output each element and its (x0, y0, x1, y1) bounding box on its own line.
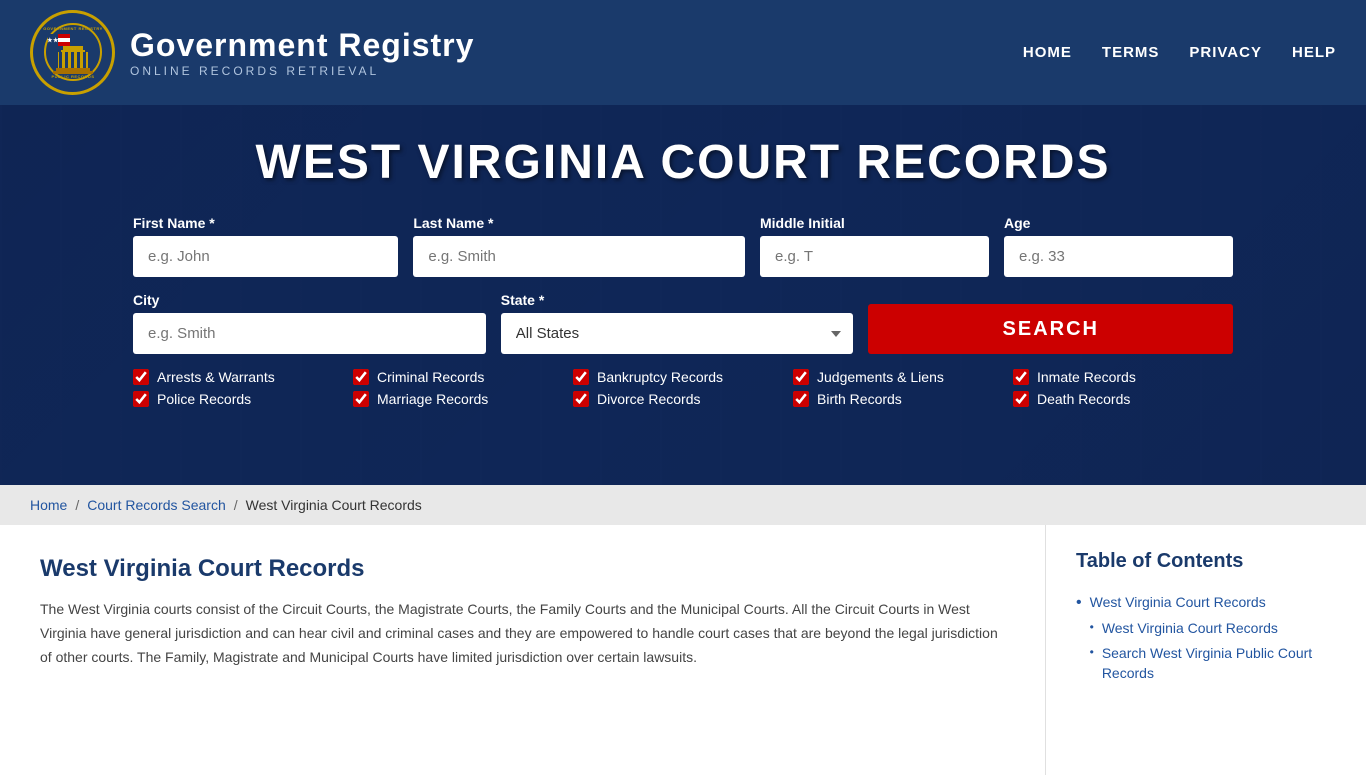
hero-section: WEST VIRGINIA COURT RECORDS First Name *… (0, 105, 1366, 485)
content-body: The West Virginia courts consist of the … (40, 598, 1005, 669)
checkbox-col-5: Inmate Records Death Records (1013, 369, 1233, 407)
page-title: WEST VIRGINIA COURT RECORDS (100, 135, 1266, 190)
divorce-label: Divorce Records (597, 391, 700, 407)
breadcrumb: Home / Court Records Search / West Virgi… (0, 485, 1366, 525)
checkbox-criminal: Criminal Records (353, 369, 573, 385)
main-content: West Virginia Court Records The West Vir… (0, 525, 1046, 775)
nav-help[interactable]: HELP (1292, 44, 1336, 61)
city-label: City (133, 292, 486, 308)
middle-initial-input[interactable] (760, 236, 989, 277)
checkbox-inmate: Inmate Records (1013, 369, 1233, 385)
site-logo: ★★ GOVERNMENT REGISTRY PUB (30, 10, 115, 95)
last-name-label: Last Name * (413, 215, 745, 231)
content-section: West Virginia Court Records The West Vir… (0, 525, 1366, 775)
checkbox-bankruptcy: Bankruptcy Records (573, 369, 793, 385)
toc-sub-item-1: • West Virginia Court Records (1090, 619, 1336, 639)
nav-home[interactable]: HOME (1023, 44, 1072, 61)
checkbox-col-2: Criminal Records Marriage Records (353, 369, 573, 407)
checkbox-col-1: Arrests & Warrants Police Records (133, 369, 353, 407)
police-checkbox[interactable] (133, 391, 149, 407)
criminal-checkbox[interactable] (353, 369, 369, 385)
inmate-checkbox[interactable] (1013, 369, 1029, 385)
checkbox-divorce: Divorce Records (573, 391, 793, 407)
marriage-label: Marriage Records (377, 391, 488, 407)
age-input[interactable] (1004, 236, 1233, 277)
first-name-input[interactable] (133, 236, 398, 277)
middle-initial-group: Middle Initial (760, 215, 989, 277)
toc-sub-link-search-wv[interactable]: Search West Virginia Public Court Record… (1102, 644, 1336, 683)
toc-bullet-1: • (1076, 594, 1082, 612)
first-name-group: First Name * (133, 215, 398, 277)
police-label: Police Records (157, 391, 251, 407)
toc-sub-item-2: • Search West Virginia Public Court Reco… (1090, 644, 1336, 683)
criminal-label: Criminal Records (377, 369, 484, 385)
judgements-checkbox[interactable] (793, 369, 809, 385)
breadcrumb-court-records[interactable]: Court Records Search (87, 497, 226, 513)
checkbox-col-3: Bankruptcy Records Divorce Records (573, 369, 793, 407)
age-label: Age (1004, 215, 1233, 231)
state-select[interactable]: All States Alabama Alaska Arizona Arkans… (501, 313, 854, 354)
site-tagline: ONLINE RECORDS RETRIEVAL (130, 64, 474, 78)
state-group: State * All States Alabama Alaska Arizon… (501, 292, 854, 354)
breadcrumb-sep-1: / (75, 497, 79, 513)
last-name-input[interactable] (413, 236, 745, 277)
checkbox-birth: Birth Records (793, 391, 1013, 407)
breadcrumb-sep-2: / (234, 497, 238, 513)
toc-sub-bullet-2: • (1090, 645, 1094, 659)
birth-label: Birth Records (817, 391, 902, 407)
death-label: Death Records (1037, 391, 1130, 407)
marriage-checkbox[interactable] (353, 391, 369, 407)
site-header: ★★ GOVERNMENT REGISTRY PUB (0, 0, 1366, 105)
toc-item-1: • West Virginia Court Records • West Vir… (1076, 593, 1336, 689)
bankruptcy-label: Bankruptcy Records (597, 369, 723, 385)
checkbox-death: Death Records (1013, 391, 1233, 407)
toc-list: • West Virginia Court Records • West Vir… (1076, 593, 1336, 689)
toc-sub-list: • West Virginia Court Records • Search W… (1090, 619, 1336, 684)
judgements-label: Judgements & Liens (817, 369, 944, 385)
nav-privacy[interactable]: PRIVACY (1189, 44, 1262, 61)
logo-area: ★★ GOVERNMENT REGISTRY PUB (30, 10, 474, 95)
checkbox-police: Police Records (133, 391, 353, 407)
divorce-checkbox[interactable] (573, 391, 589, 407)
toc-sub-link-wv-court[interactable]: West Virginia Court Records (1102, 619, 1278, 639)
nav-terms[interactable]: TERMS (1102, 44, 1160, 61)
breadcrumb-current: West Virginia Court Records (246, 497, 422, 513)
toc-sub-bullet-1: • (1090, 620, 1094, 634)
city-group: City (133, 292, 486, 354)
content-title: West Virginia Court Records (40, 555, 1005, 583)
search-form-section: First Name * Last Name * Middle Initial … (133, 215, 1233, 407)
death-checkbox[interactable] (1013, 391, 1029, 407)
breadcrumb-home[interactable]: Home (30, 497, 67, 513)
city-input[interactable] (133, 313, 486, 354)
state-label: State * (501, 292, 854, 308)
checkbox-col-4: Judgements & Liens Birth Records (793, 369, 1013, 407)
toc-title: Table of Contents (1076, 550, 1336, 573)
age-group: Age (1004, 215, 1233, 277)
form-row-1: First Name * Last Name * Middle Initial … (133, 215, 1233, 277)
svg-text:PUBLIC RECORDS: PUBLIC RECORDS (51, 74, 94, 79)
checkbox-judgements: Judgements & Liens (793, 369, 1013, 385)
arrests-checkbox[interactable] (133, 369, 149, 385)
checkbox-arrests: Arrests & Warrants (133, 369, 353, 385)
form-row-2: City State * All States Alabama Alaska A… (133, 292, 1233, 354)
svg-text:★★: ★★ (47, 37, 59, 44)
bankruptcy-checkbox[interactable] (573, 369, 589, 385)
arrests-label: Arrests & Warrants (157, 369, 275, 385)
toc-link-wv-court[interactable]: West Virginia Court Records (1090, 594, 1266, 610)
main-nav: HOME TERMS PRIVACY HELP (1023, 44, 1336, 61)
svg-text:GOVERNMENT REGISTRY: GOVERNMENT REGISTRY (43, 26, 103, 31)
last-name-group: Last Name * (413, 215, 745, 277)
first-name-label: First Name * (133, 215, 398, 231)
site-name-area: Government Registry ONLINE RECORDS RETRI… (130, 27, 474, 78)
inmate-label: Inmate Records (1037, 369, 1136, 385)
search-button[interactable]: SEARCH (868, 304, 1233, 354)
site-name: Government Registry (130, 27, 474, 64)
middle-initial-label: Middle Initial (760, 215, 989, 231)
checkbox-marriage: Marriage Records (353, 391, 573, 407)
sidebar: Table of Contents • West Virginia Court … (1046, 525, 1366, 775)
birth-checkbox[interactable] (793, 391, 809, 407)
record-types-checkboxes: Arrests & Warrants Police Records Crimin… (133, 369, 1233, 407)
